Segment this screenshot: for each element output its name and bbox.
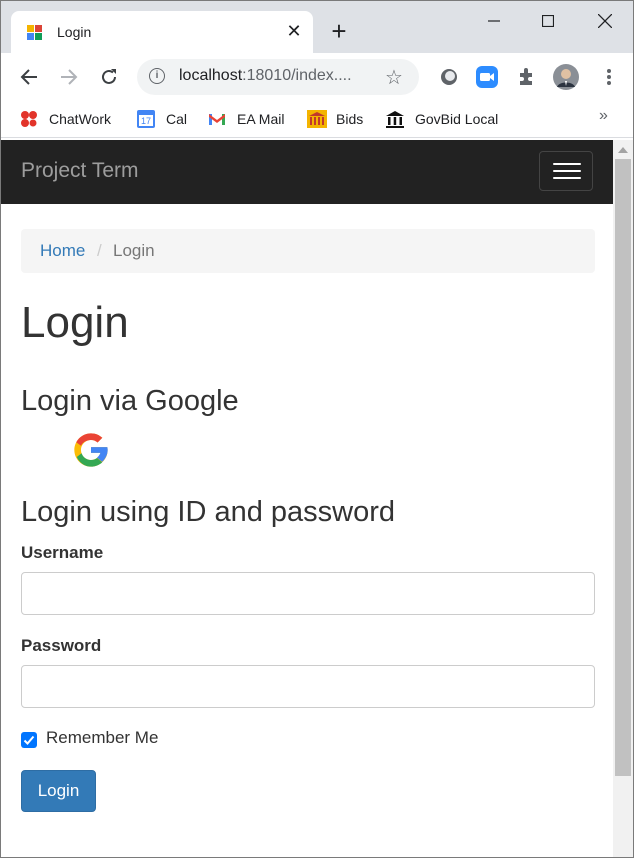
bookmark-cal[interactable]: 17 Cal <box>136 107 187 131</box>
bookmarks-bar: ChatWork 17 Cal EA Mail Bids GovBid Loca… <box>1 101 633 138</box>
navbar-toggle-button[interactable] <box>539 151 593 191</box>
back-icon[interactable] <box>17 65 41 89</box>
bookmarks-overflow-icon[interactable]: » <box>599 107 608 125</box>
password-label: Password <box>21 636 102 655</box>
page-viewport: Project Term Home / Login Login Login vi… <box>1 140 633 857</box>
bookmark-label: ChatWork <box>49 111 111 127</box>
scroll-up-arrow-icon[interactable] <box>618 147 628 153</box>
new-tab-icon[interactable]: + <box>327 18 351 44</box>
calendar-icon: 17 <box>136 109 156 129</box>
gmail-icon <box>207 109 227 129</box>
extension-circle-icon[interactable] <box>437 65 461 89</box>
url-path: :18010/index.... <box>242 67 352 84</box>
bookmark-chatwork[interactable]: ChatWork <box>19 107 111 131</box>
bookmark-ea-mail[interactable]: EA Mail <box>207 107 284 131</box>
url-text: localhost:18010/index.... <box>179 67 352 85</box>
hamburger-icon <box>553 170 581 172</box>
close-window-icon[interactable] <box>590 9 620 33</box>
site-info-icon[interactable]: i <box>149 68 165 84</box>
username-field[interactable] <box>21 572 595 615</box>
bookmark-label: GovBid Local <box>415 111 499 127</box>
breadcrumb-current: Login <box>113 241 155 260</box>
site-navbar: Project Term <box>1 140 613 204</box>
title-bar: Login ✕ + <box>1 1 633 53</box>
maximize-icon[interactable] <box>533 9 563 33</box>
remember-me-checkbox[interactable] <box>21 732 37 748</box>
profile-avatar[interactable] <box>553 64 579 90</box>
bookmark-label: EA Mail <box>237 111 285 127</box>
minimize-icon[interactable] <box>479 9 509 33</box>
remember-me-label[interactable]: Remember Me <box>46 728 158 748</box>
navbar-brand[interactable]: Project Term <box>21 159 138 183</box>
breadcrumb-home-link[interactable]: Home <box>40 241 85 261</box>
extensions-puzzle-icon[interactable] <box>515 65 539 89</box>
govbid-icon <box>385 109 405 129</box>
bookmark-star-icon[interactable]: ☆ <box>385 65 403 90</box>
scrollbar-thumb[interactable] <box>615 159 631 776</box>
forward-icon[interactable] <box>57 65 81 89</box>
tab-close-icon[interactable]: ✕ <box>285 22 303 40</box>
browser-menu-icon[interactable] <box>597 65 621 89</box>
bookmark-label: Cal <box>166 111 188 127</box>
login-button[interactable]: Login <box>21 770 96 812</box>
favicon-icon <box>27 25 43 41</box>
page-scrollbar[interactable] <box>613 140 633 857</box>
url-host: localhost <box>179 67 243 84</box>
reload-icon[interactable] <box>97 65 121 89</box>
bookmark-label: Bids <box>336 111 364 127</box>
checkmark-icon <box>23 735 35 745</box>
hamburger-icon <box>553 177 581 179</box>
calendar-badge: 17 <box>141 116 151 126</box>
password-field[interactable] <box>21 665 595 708</box>
browser-window: Login ✕ + i localhost:18010/index.... ☆ <box>0 0 634 858</box>
username-label: Username <box>21 543 104 562</box>
id-login-heading: Login using ID and password <box>21 496 396 528</box>
page-title: Login <box>21 298 129 347</box>
browser-tab[interactable]: Login ✕ <box>11 11 313 53</box>
address-bar[interactable]: i localhost:18010/index.... ☆ <box>137 59 419 95</box>
google-login-heading: Login via Google <box>21 385 239 417</box>
browser-toolbar: i localhost:18010/index.... ☆ <box>1 53 633 101</box>
tab-title: Login <box>57 24 92 40</box>
google-login-icon[interactable] <box>71 430 111 470</box>
breadcrumb: Home / Login <box>21 229 595 273</box>
bookmark-bids[interactable]: Bids <box>306 107 363 131</box>
bookmark-govbid-local[interactable]: GovBid Local <box>385 107 498 131</box>
breadcrumb-separator: / <box>97 241 102 260</box>
bids-icon <box>306 109 327 129</box>
zoom-icon[interactable] <box>475 65 499 89</box>
chatwork-icon <box>19 109 39 129</box>
hamburger-icon <box>553 163 581 165</box>
